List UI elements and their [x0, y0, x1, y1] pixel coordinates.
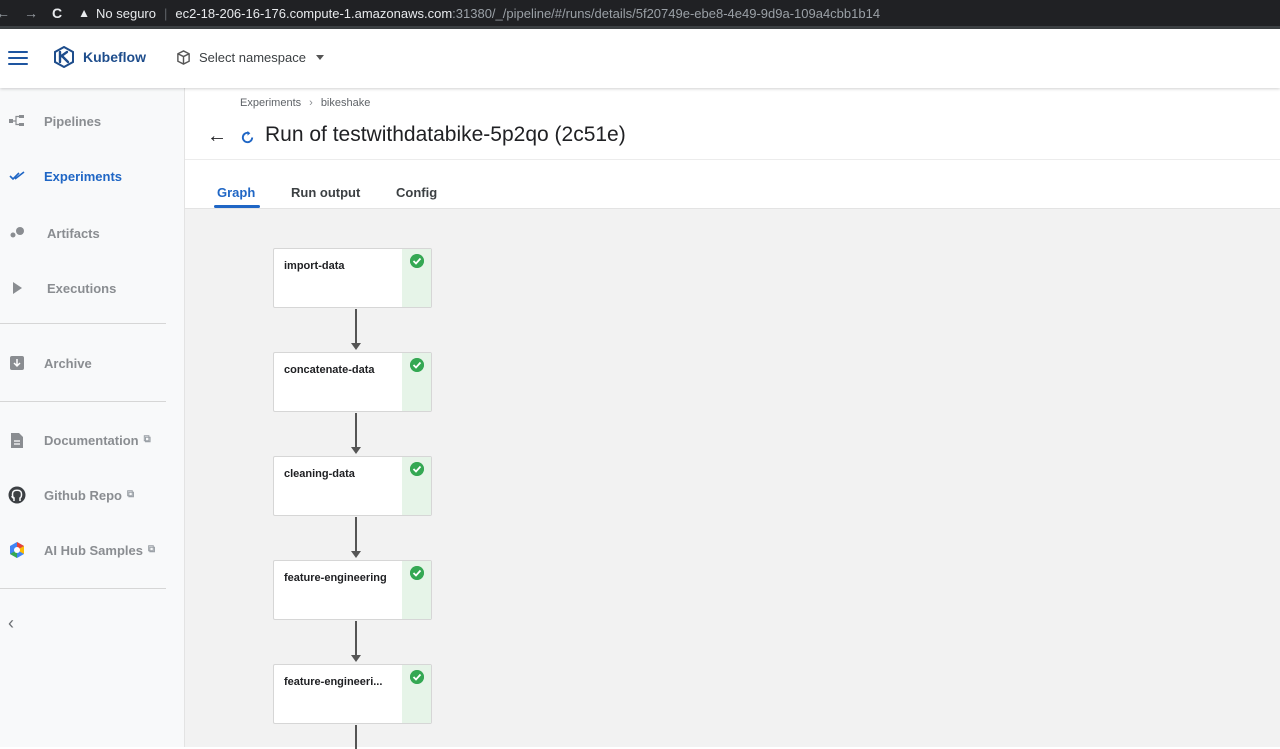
node-name: concatenate-data — [284, 364, 375, 376]
warning-icon: ▲ — [78, 6, 91, 20]
arrow-head-icon — [351, 447, 361, 454]
tab-run-output[interactable]: Run output — [291, 185, 360, 200]
forward-arrow-icon[interactable]: → — [24, 5, 38, 21]
sidebar-item-label: Pipelines — [44, 113, 102, 129]
sidebar-item-archive[interactable]: Archive — [0, 348, 185, 378]
reload-icon[interactable]: C — [52, 5, 62, 21]
sidebar-item-label: Github Repo — [44, 487, 122, 503]
node-status — [402, 457, 431, 515]
tab-config[interactable]: Config — [396, 185, 437, 200]
sidebar-divider — [0, 588, 166, 589]
sidebar-item-label: AI Hub Samples — [44, 542, 143, 558]
chevron-right-icon: › — [309, 97, 313, 109]
node-status — [402, 665, 431, 723]
chevron-down-icon — [315, 55, 324, 60]
menu-icon[interactable] — [8, 51, 28, 65]
node-name: feature-engineering — [284, 572, 387, 584]
ai-hub-icon — [8, 541, 26, 559]
success-check-icon — [410, 566, 424, 580]
graph-edge — [355, 413, 357, 449]
sidebar-divider — [0, 401, 166, 402]
github-icon — [8, 486, 26, 504]
kubeflow-logo[interactable]: Kubeflow — [53, 46, 146, 68]
active-tab-indicator — [214, 205, 260, 208]
executions-icon — [8, 279, 26, 297]
tab-bar: Graph Run output Config — [185, 161, 1280, 209]
cube-icon — [177, 50, 190, 65]
tab-graph[interactable]: Graph — [217, 185, 255, 200]
sidebar-item-artifacts[interactable]: Artifacts — [0, 218, 185, 248]
browser-nav: ← → C — [0, 5, 62, 21]
graph-edge — [355, 725, 357, 749]
url-host[interactable]: ec2-18-206-16-176.compute-1.amazonaws.co… — [175, 6, 452, 21]
graph-canvas[interactable]: import-data concatenate-data cleaning-da… — [185, 209, 1280, 749]
success-check-icon — [410, 254, 424, 268]
artifacts-icon — [8, 224, 26, 242]
external-link-icon: ⧉ — [143, 433, 151, 445]
page-title: Run of testwithdatabike-5p2qo (2c51e) — [265, 123, 626, 146]
security-label: No seguro — [96, 5, 156, 21]
arrow-head-icon — [351, 551, 361, 558]
node-status — [402, 353, 431, 411]
security-indicator[interactable]: ▲ No seguro — [78, 6, 156, 21]
browser-address-bar: ← → C ▲ No seguro | ec2-18-206-16-176.co… — [0, 0, 1280, 26]
document-icon — [8, 431, 26, 449]
graph-edge — [355, 621, 357, 657]
namespace-label: Select namespace — [199, 50, 306, 65]
graph-edge — [355, 517, 357, 553]
sidebar-item-label: Archive — [44, 355, 92, 371]
pipelines-icon — [8, 112, 26, 130]
success-check-icon — [410, 670, 424, 684]
success-check-icon — [410, 462, 424, 476]
breadcrumb: Experiments › bikeshake — [240, 97, 370, 109]
back-button[interactable]: ← — [207, 125, 227, 148]
breadcrumb-experiments[interactable]: Experiments — [240, 97, 301, 109]
kubeflow-logo-icon — [54, 46, 74, 68]
breadcrumb-experiment[interactable]: bikeshake — [321, 97, 371, 109]
sidebar: Pipelines Experiments Artifacts Executio… — [0, 88, 185, 747]
sidebar-divider — [0, 323, 166, 324]
collapse-sidebar-icon[interactable]: ‹ — [8, 613, 14, 634]
sidebar-item-label-row: Documentation ⧉ — [44, 433, 151, 448]
archive-icon — [8, 354, 26, 372]
arrow-head-icon — [351, 655, 361, 662]
page-header: Experiments › bikeshake ← Run of testwit… — [185, 88, 1280, 160]
arrow-head-icon — [351, 343, 361, 350]
url-path[interactable]: :31380/_/pipeline/#/runs/details/5f20749… — [452, 6, 880, 21]
success-check-icon — [410, 358, 424, 372]
sidebar-item-pipelines[interactable]: Pipelines — [0, 106, 185, 136]
sidebar-item-ai-hub[interactable]: AI Hub Samples ⧉ — [0, 535, 185, 565]
experiments-icon — [8, 167, 26, 185]
graph-edge — [355, 309, 357, 345]
running-status-icon — [241, 130, 254, 144]
sidebar-item-label-row: AI Hub Samples ⧉ — [44, 543, 155, 558]
app-header: Kubeflow Select namespace — [0, 29, 1280, 88]
sidebar-item-label: Documentation — [44, 432, 139, 448]
sidebar-item-label: Artifacts — [47, 225, 100, 241]
url-separator: | — [164, 5, 168, 21]
sidebar-item-executions[interactable]: Executions — [0, 273, 185, 303]
graph-node[interactable]: feature-engineering — [273, 560, 432, 620]
namespace-selector[interactable]: Select namespace — [176, 50, 324, 65]
graph-node[interactable]: import-data — [273, 248, 432, 308]
node-name: import-data — [284, 260, 345, 272]
sidebar-item-experiments[interactable]: Experiments — [0, 161, 185, 191]
node-status — [402, 249, 431, 307]
graph-node[interactable]: concatenate-data — [273, 352, 432, 412]
sidebar-item-label: Experiments — [44, 168, 123, 184]
graph-node[interactable]: feature-engineeri... — [273, 664, 432, 724]
graph-node[interactable]: cleaning-data — [273, 456, 432, 516]
node-name: cleaning-data — [284, 468, 355, 480]
external-link-icon: ⧉ — [147, 543, 156, 555]
external-link-icon: ⧉ — [127, 488, 135, 500]
sidebar-item-documentation[interactable]: Documentation ⧉ — [0, 425, 185, 455]
back-arrow-icon[interactable]: ← — [0, 5, 10, 21]
node-status — [402, 561, 431, 619]
app-name: Kubeflow — [83, 49, 146, 65]
sidebar-item-github[interactable]: Github Repo ⧉ — [0, 480, 185, 510]
sidebar-item-label: Executions — [47, 280, 117, 296]
sidebar-item-label-row: Github Repo ⧉ — [44, 488, 134, 503]
node-name: feature-engineeri... — [284, 676, 383, 688]
